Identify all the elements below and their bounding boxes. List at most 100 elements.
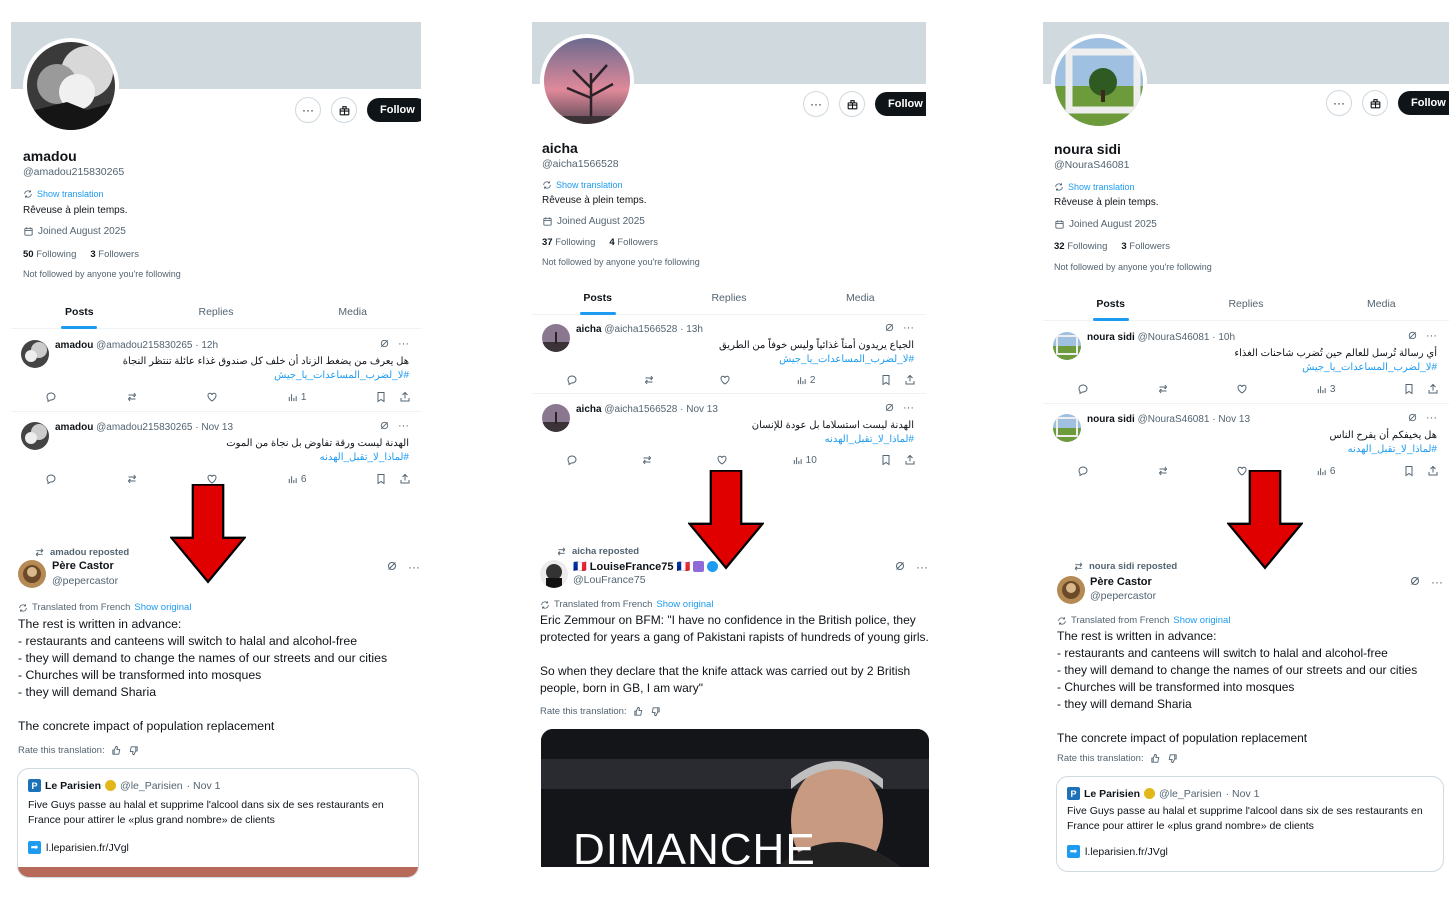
following-stat[interactable]: 37 Following [542, 237, 595, 248]
reply-icon[interactable] [45, 473, 57, 485]
followers-stat[interactable]: 3 Followers [90, 249, 139, 260]
post-avatar[interactable] [21, 422, 49, 450]
follow-button[interactable]: Follow [875, 92, 926, 116]
post-item[interactable]: noura sidi @NouraS46081 · 10h ··· أي رسا… [1043, 324, 1449, 404]
quote-image[interactable] [18, 867, 418, 877]
post-author[interactable]: noura sidi [1087, 332, 1135, 343]
author-name[interactable]: Père Castor [1090, 576, 1152, 588]
share-icon[interactable] [1427, 383, 1439, 395]
post-author[interactable]: amadou [55, 422, 93, 433]
followers-stat[interactable]: 3 Followers [1121, 241, 1170, 252]
post-more-button[interactable]: ··· [398, 338, 409, 350]
tab-replies[interactable]: Replies [148, 306, 285, 328]
author-handle[interactable]: @LouFrance75 [573, 574, 646, 586]
profile-avatar[interactable] [540, 34, 634, 128]
repost-icon[interactable] [126, 391, 138, 403]
post-avatar[interactable] [1053, 414, 1081, 442]
thumbs-down-icon[interactable] [128, 745, 139, 756]
post-hashtag[interactable]: #لماذا_لا_تقبل_الهدنه [825, 434, 914, 445]
reply-icon[interactable] [566, 454, 578, 466]
thumbs-up-icon[interactable] [633, 706, 644, 717]
bookmark-icon[interactable] [1403, 465, 1415, 477]
gift-icon[interactable] [331, 97, 357, 123]
views-stat[interactable]: 6 [1316, 465, 1335, 477]
post-more-button[interactable]: ··· [903, 322, 914, 334]
author-handle[interactable]: @pepercastor [1090, 590, 1156, 602]
post-item[interactable]: amadou @amadou215830265 · 12h ··· هل يعر… [11, 332, 421, 412]
reply-icon[interactable] [1077, 383, 1089, 395]
tab-posts[interactable]: Posts [532, 292, 663, 314]
tab-posts[interactable]: Posts [11, 306, 148, 328]
like-icon[interactable] [716, 454, 728, 466]
post-more-button[interactable]: ··· [1426, 330, 1437, 342]
views-stat[interactable]: 10 [792, 454, 817, 466]
author-avatar[interactable] [540, 560, 568, 588]
show-original-link[interactable]: Show original [1173, 615, 1230, 626]
share-icon[interactable] [399, 391, 411, 403]
repost-icon[interactable] [1157, 465, 1169, 477]
profile-avatar[interactable] [23, 38, 119, 134]
post-hashtag[interactable]: #لا_لضرب_المساعدات_يا_جيش [274, 370, 409, 381]
show-original-link[interactable]: Show original [656, 599, 713, 610]
grok-icon[interactable] [379, 420, 390, 431]
quote-link[interactable]: ➡ l.leparisien.fr/JVgl [28, 841, 129, 854]
grok-icon[interactable] [386, 560, 398, 572]
post-item[interactable]: aicha @aicha1566528 · Nov 13 ··· الهدنة … [532, 396, 926, 470]
post-item[interactable]: amadou @amadou215830265 · Nov 13 ··· اله… [11, 414, 421, 490]
follow-button[interactable]: Follow [1398, 91, 1449, 115]
grok-icon[interactable] [1409, 575, 1421, 587]
share-icon[interactable] [1427, 465, 1439, 477]
post-author[interactable]: aicha [576, 324, 602, 335]
views-stat[interactable]: 3 [1316, 383, 1335, 395]
reply-icon[interactable] [45, 391, 57, 403]
followers-stat[interactable]: 4 Followers [609, 237, 658, 248]
profile-avatar[interactable] [1051, 34, 1147, 130]
post-author[interactable]: aicha [576, 404, 602, 415]
show-translation-link[interactable]: Show translation [1054, 182, 1135, 192]
repost-icon[interactable] [1157, 383, 1169, 395]
grok-icon[interactable] [884, 322, 895, 333]
grok-icon[interactable] [894, 560, 906, 572]
tweet-media-image[interactable]: DIMANCHE [541, 729, 929, 867]
following-stat[interactable]: 32 Following [1054, 241, 1107, 252]
grok-icon[interactable] [379, 338, 390, 349]
tweet-more-button[interactable]: ··· [1431, 575, 1443, 589]
reply-icon[interactable] [566, 374, 578, 386]
bookmark-icon[interactable] [375, 391, 387, 403]
more-options-button[interactable]: ··· [295, 97, 321, 123]
following-stat[interactable]: 50 Following [23, 249, 76, 260]
bookmark-icon[interactable] [880, 454, 892, 466]
post-hashtag[interactable]: #لا_لضرب_المساعدات_يا_جيش [1302, 362, 1437, 373]
post-hashtag[interactable]: #لا_لضرب_المساعدات_يا_جيش [779, 354, 914, 365]
grok-icon[interactable] [884, 402, 895, 413]
show-translation-link[interactable]: Show translation [23, 189, 104, 199]
author-handle[interactable]: @pepercastor [52, 575, 118, 587]
tab-replies[interactable]: Replies [663, 292, 794, 314]
like-icon[interactable] [1236, 383, 1248, 395]
tweet-more-button[interactable]: ··· [916, 560, 928, 574]
quote-author[interactable]: Le Parisien [1084, 788, 1140, 800]
repost-card-3[interactable]: noura sidi reposted Père Castor @peperca… [1047, 555, 1451, 877]
tab-media[interactable]: Media [284, 306, 421, 328]
show-translation-link[interactable]: Show translation [542, 180, 623, 190]
repost-icon[interactable] [643, 374, 655, 386]
post-hashtag[interactable]: #لماذا_لا_تقبل_الهدنه [1348, 444, 1437, 455]
thumbs-up-icon[interactable] [111, 745, 122, 756]
like-icon[interactable] [719, 374, 731, 386]
tweet-more-button[interactable]: ··· [408, 560, 420, 574]
author-avatar[interactable] [18, 560, 46, 588]
post-avatar[interactable] [21, 340, 49, 368]
post-author[interactable]: noura sidi [1087, 414, 1135, 425]
bookmark-icon[interactable] [1403, 383, 1415, 395]
tab-replies[interactable]: Replies [1178, 298, 1313, 320]
post-avatar[interactable] [542, 404, 570, 432]
post-avatar[interactable] [542, 324, 570, 352]
quoted-tweet[interactable]: P Le Parisien @le_Parisien · Nov 1 Five Guy… [1056, 776, 1444, 872]
tab-media[interactable]: Media [1314, 298, 1449, 320]
views-stat[interactable]: 6 [287, 473, 306, 485]
thumbs-up-icon[interactable] [1150, 753, 1161, 764]
share-icon[interactable] [904, 454, 916, 466]
tab-posts[interactable]: Posts [1043, 298, 1178, 320]
thumbs-down-icon[interactable] [1167, 753, 1178, 764]
views-stat[interactable]: 1 [287, 391, 306, 403]
